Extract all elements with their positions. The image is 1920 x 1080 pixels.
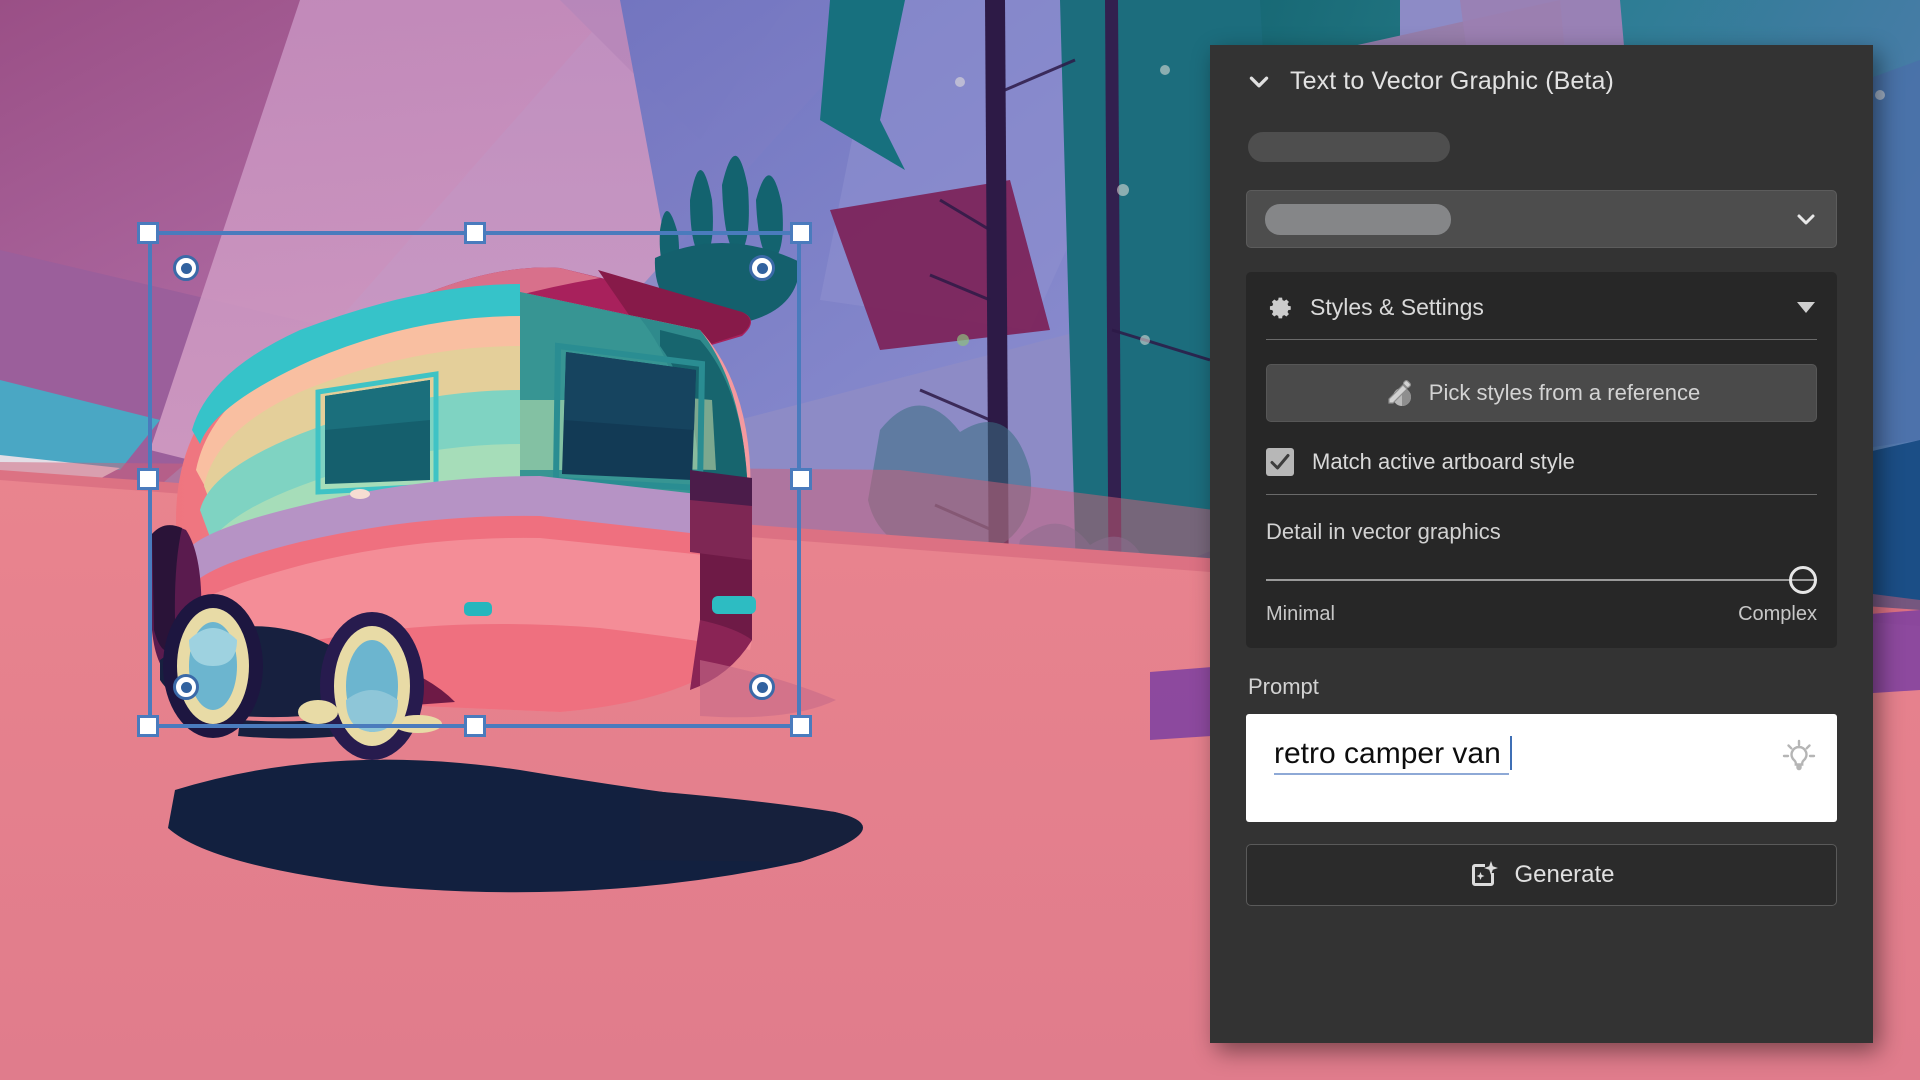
loading-placeholder-bar: [1248, 132, 1450, 162]
match-artboard-label: Match active artboard style: [1312, 449, 1575, 475]
caret-down-icon[interactable]: [1797, 302, 1815, 313]
generate-label: Generate: [1514, 861, 1614, 889]
eyedropper-icon: [1383, 377, 1415, 409]
divider: [1266, 339, 1817, 340]
text-caret: [1510, 736, 1512, 770]
chevron-down-icon[interactable]: [1246, 69, 1272, 95]
pick-styles-label: Pick styles from a reference: [1429, 380, 1700, 406]
styles-settings-group: Styles & Settings Pick styles from a ref…: [1246, 272, 1837, 648]
match-artboard-row[interactable]: Match active artboard style: [1266, 448, 1817, 476]
prompt-label: Prompt: [1248, 674, 1873, 700]
chevron-down-icon[interactable]: [1794, 207, 1818, 231]
slider-thumb[interactable]: [1789, 566, 1817, 594]
panel-header[interactable]: Text to Vector Graphic (Beta): [1210, 45, 1873, 102]
checkmark-icon: [1269, 451, 1291, 473]
text-to-vector-panel: Text to Vector Graphic (Beta) Styles & S…: [1210, 45, 1873, 1043]
gear-icon: [1268, 295, 1294, 321]
prompt-text: retro camper van: [1274, 737, 1509, 775]
generate-sparkle-icon: [1468, 860, 1498, 890]
styles-settings-header[interactable]: Styles & Settings: [1266, 290, 1817, 321]
detail-slider-label: Detail in vector graphics: [1266, 519, 1817, 545]
slider-max-label: Complex: [1738, 603, 1817, 626]
detail-slider[interactable]: [1266, 563, 1817, 597]
slider-track[interactable]: [1266, 579, 1817, 581]
match-artboard-checkbox[interactable]: [1266, 448, 1294, 476]
dropdown-value-placeholder: [1265, 204, 1451, 235]
style-dropdown[interactable]: [1246, 190, 1837, 248]
divider: [1266, 494, 1817, 495]
pick-styles-button[interactable]: Pick styles from a reference: [1266, 364, 1817, 422]
styles-settings-title: Styles & Settings: [1310, 294, 1781, 321]
generate-button[interactable]: Generate: [1246, 844, 1837, 906]
prompt-input[interactable]: retro camper van: [1246, 714, 1837, 822]
lightbulb-icon[interactable]: [1779, 736, 1819, 776]
slider-min-label: Minimal: [1266, 603, 1335, 626]
panel-title: Text to Vector Graphic (Beta): [1290, 67, 1614, 96]
